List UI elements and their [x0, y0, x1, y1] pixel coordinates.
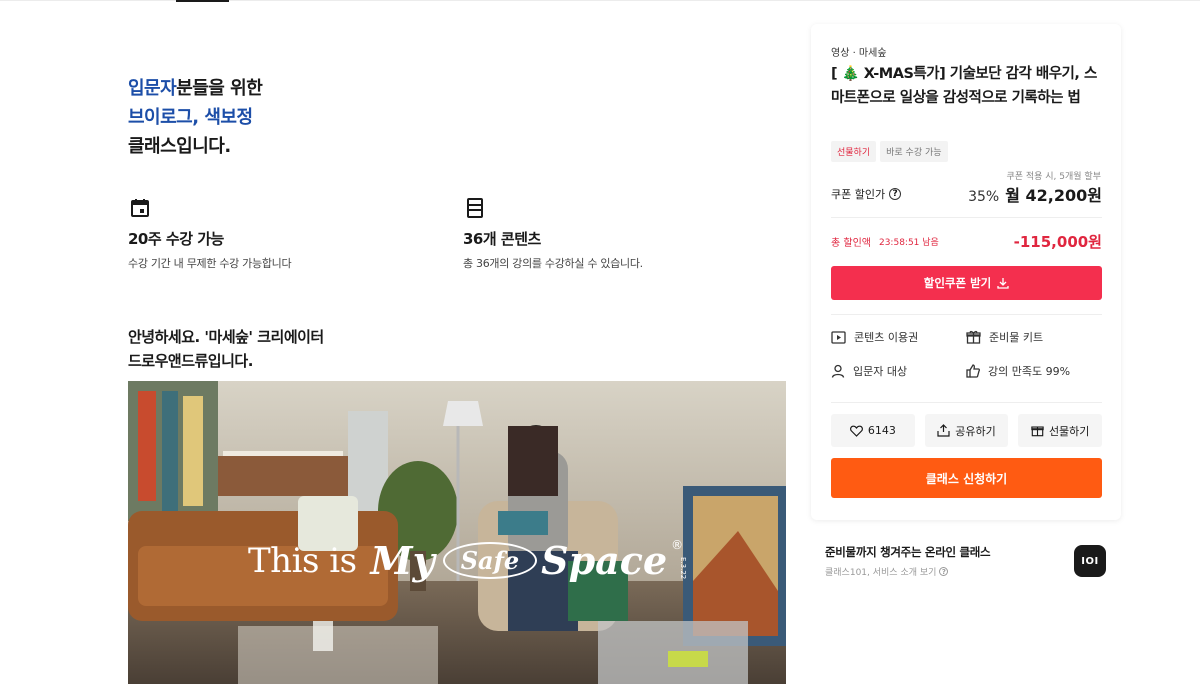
apply-class-button[interactable]: 클래스 신청하기 — [831, 458, 1102, 498]
gift-icon — [966, 330, 981, 344]
hero-caption-this-is: This is — [248, 540, 357, 581]
feature-contents: 36개 콘텐츠 총 36개의 강의를 수강하실 수 있습니다. — [463, 196, 763, 271]
info-beginner-label: 입문자 대상 — [853, 365, 908, 378]
course-info-grid: 콘텐츠 이용권 준비물 키트 입문자 대상 강의 만족도 99% — [831, 329, 1102, 379]
headline-highlight: 입문자 — [128, 78, 177, 99]
hero-caption-edition: E.3.22 — [679, 556, 688, 579]
person-icon — [831, 364, 845, 378]
help-icon[interactable]: ? — [889, 188, 902, 200]
thumbs-up-icon — [966, 364, 980, 378]
card-divider-2 — [831, 314, 1102, 315]
coupon-price-row: 쿠폰 할인가 ? 35% 월 42,200원 — [831, 183, 1102, 205]
gift-button[interactable]: 선물하기 — [1018, 414, 1103, 447]
promo-sub[interactable]: 클래스101, 서비스 소개 보기 ? — [825, 565, 949, 578]
get-coupon-label: 할인쿠폰 받기 — [923, 276, 992, 290]
get-coupon-button[interactable]: 할인쿠폰 받기 — [831, 266, 1102, 300]
promo-sub-text: 클래스101, 서비스 소개 보기 — [825, 568, 937, 578]
feature-duration-desc: 수강 기간 내 무제한 수강 가능합니다 — [128, 257, 292, 270]
calendar-icon — [131, 199, 149, 217]
coupon-label: 쿠폰 할인가 ? — [831, 186, 902, 202]
like-button[interactable]: 6143 — [831, 414, 915, 447]
gift-icon — [1031, 426, 1044, 437]
hero-caption-registered: ® — [671, 538, 684, 552]
headline-line3: 클래스입니다. — [128, 136, 231, 157]
class101-logo: IOI — [1074, 545, 1106, 577]
feature-duration: 20주 수강 가능 수강 기간 내 무제한 수강 가능합니다 — [128, 196, 428, 271]
info-kit: 준비물 키트 — [966, 329, 1102, 345]
card-divider-1 — [831, 217, 1102, 218]
coupon-price: 35% 월 42,200원 — [968, 182, 1102, 206]
info-content-pass-label: 콘텐츠 이용권 — [854, 331, 919, 344]
like-count: 6143 — [867, 424, 896, 437]
headline-line2: 브이로그, 색보정 — [128, 107, 253, 128]
share-button[interactable]: 공유하기 — [924, 414, 1009, 447]
course-badges: 선물하기 바로 수강 가능 — [831, 141, 948, 162]
coupon-note: 쿠폰 적용 시, 5개월 할부 — [1006, 172, 1101, 182]
info-kit-label: 준비물 키트 — [989, 331, 1044, 344]
help-icon: ? — [939, 567, 949, 576]
class-headline: 입문자분들을 위한 브이로그, 색보정 클래스입니다. — [128, 74, 263, 161]
badge-gift: 선물하기 — [831, 141, 877, 162]
feature-duration-title: 20주 수강 가능 — [128, 230, 224, 248]
discount-amount: -115,000원 — [1013, 233, 1102, 251]
info-satisfaction-label: 강의 만족도 99% — [988, 365, 1071, 378]
action-row: 6143 공유하기 선물하기 — [831, 414, 1103, 447]
hero-caption: This is My Safe Space ® E.3.22 — [248, 538, 687, 583]
coupon-label-text: 쿠폰 할인가 — [831, 188, 886, 201]
badge-instant: 바로 수강 가능 — [880, 141, 948, 162]
discount-row: 총 할인액 23:58:51 남음 -115,000원 — [831, 231, 1102, 252]
creator-intro-line2: 드로우앤드류입니다. — [128, 352, 253, 370]
course-category: 영상 · 마세숲 — [831, 48, 887, 59]
feature-contents-title: 36개 콘텐츠 — [463, 230, 541, 248]
share-icon — [937, 424, 950, 437]
book-icon — [467, 198, 483, 218]
coupon-monthly-price: 월 42,200원 — [1005, 186, 1102, 205]
gift-label: 선물하기 — [1048, 424, 1090, 438]
discount-timer: 23:58:51 남음 — [878, 238, 939, 248]
hero-caption-safe: Safe — [442, 542, 538, 579]
creator-intro: 안녕하세요. '마세숲' 크리에이터 드로우앤드류입니다. — [128, 325, 324, 373]
course-title: [ 🎄 X-MAS특가] 기술보단 감각 배우기, 스마트폰으로 일상을 감성적… — [831, 66, 1097, 106]
discount-label: 총 할인액 — [831, 238, 871, 249]
share-label: 공유하기 — [955, 424, 996, 438]
hero-caption-space: Space — [541, 538, 668, 583]
feature-contents-desc: 총 36개의 강의를 수강하실 수 있습니다. — [463, 257, 643, 270]
heart-icon — [849, 425, 863, 437]
creator-intro-line1: 안녕하세요. '마세숲' 크리에이터 — [128, 328, 324, 346]
class101-promo[interactable]: 준비물까지 챙겨주는 온라인 클래스 클래스101, 서비스 소개 보기 ? I… — [811, 530, 1121, 592]
hero-image: This is My Safe Space ® E.3.22 — [128, 381, 786, 684]
discount-left: 총 할인액 23:58:51 남음 — [831, 234, 939, 249]
info-beginner: 입문자 대상 — [831, 363, 966, 379]
info-satisfaction: 강의 만족도 99% — [966, 363, 1102, 379]
play-icon — [831, 330, 846, 344]
active-tab-indicator — [176, 0, 229, 2]
hero-room-illustration — [128, 381, 786, 684]
purchase-card: 영상 · 마세숲 [ 🎄 X-MAS특가] 기술보단 감각 배우기, 스마트폰으… — [811, 24, 1121, 520]
promo-title: 준비물까지 챙겨주는 온라인 클래스 — [825, 545, 991, 559]
info-content-pass: 콘텐츠 이용권 — [831, 329, 966, 345]
coupon-percent: 35% — [968, 189, 1000, 205]
download-icon — [997, 278, 1009, 289]
hero-caption-my: My — [370, 538, 435, 583]
card-divider-3 — [831, 402, 1102, 403]
headline-line1-rest: 분들을 위한 — [176, 78, 263, 99]
